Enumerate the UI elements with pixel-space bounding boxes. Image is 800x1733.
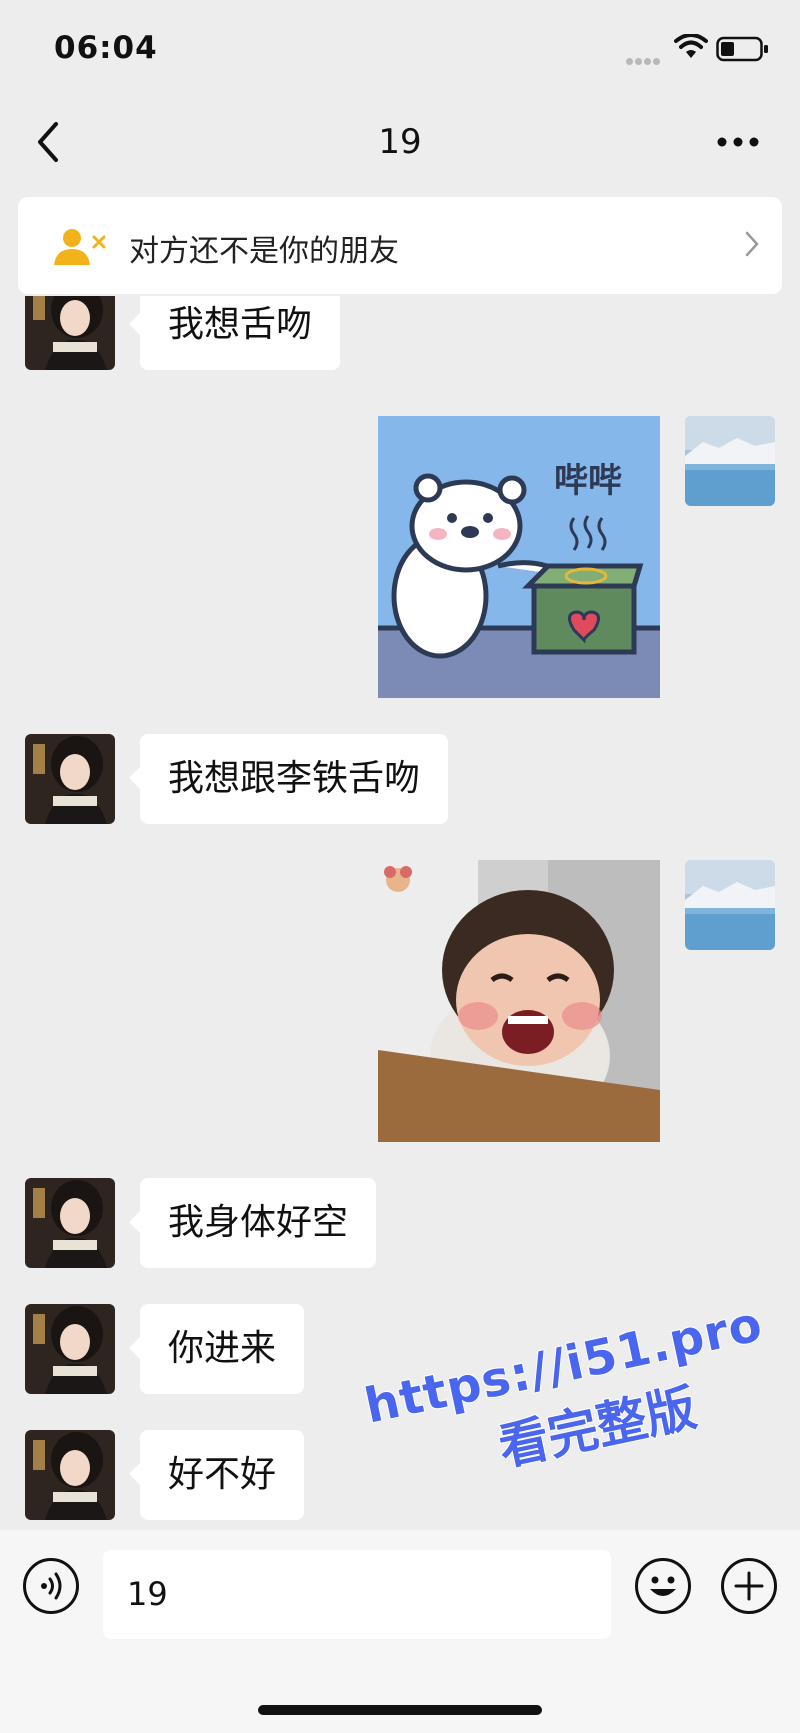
chevron-right-icon [745,231,759,257]
contact-avatar[interactable] [25,1304,115,1394]
contact-avatar[interactable] [25,1430,115,1520]
message-bubble[interactable]: 我身体好空 [128,1178,377,1268]
status-time: 06:04 [54,30,158,66]
user-x-icon [54,229,106,265]
message-bubble[interactable]: 你进来 [128,1304,305,1394]
message-bubble[interactable]: 我想跟李铁舌吻 [128,734,449,824]
my-avatar[interactable] [685,416,775,506]
more-icon[interactable] [716,130,760,154]
contact-avatar[interactable] [25,1178,115,1268]
battery-icon [716,36,768,62]
sticker-bear[interactable]: 哔哔 [378,416,660,698]
sticker-laughing-child[interactable] [378,860,660,1142]
banner-text: 对方还不是你的朋友 [129,234,399,269]
message-bubble[interactable]: 我想舌吻 [128,296,341,370]
bottom-safe-area [0,1660,800,1733]
status-bar: 06:04 [0,0,800,100]
my-avatar[interactable] [685,860,775,950]
signal-icon [626,50,662,69]
sticker-caption: 哔哔 [554,461,622,501]
nav-bar: 19 [0,100,800,190]
emoji-icon[interactable] [634,1557,692,1615]
wifi-icon [674,34,708,58]
home-indicator[interactable] [258,1705,542,1715]
message-bubble[interactable]: 好不好 [128,1430,305,1520]
voice-icon[interactable] [22,1557,80,1615]
contact-avatar[interactable] [25,734,115,824]
chat-title: 19 [378,122,422,162]
input-bar: 19 [0,1530,800,1660]
not-friend-banner[interactable]: 对方还不是你的朋友 [18,197,782,294]
contact-avatar[interactable] [25,296,115,370]
message-input[interactable]: 19 [103,1550,611,1639]
plus-icon[interactable] [720,1557,778,1615]
